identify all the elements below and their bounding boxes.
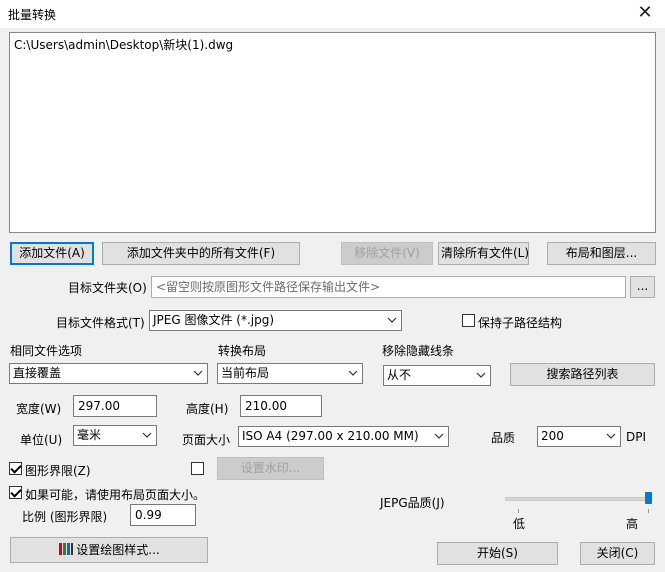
watermark-checkbox[interactable] <box>191 462 204 475</box>
height-input[interactable]: 210.00 <box>240 395 322 417</box>
jpeg-quality-slider-thumb[interactable] <box>645 492 652 504</box>
list-item[interactable]: C:\Users\admin\Desktop\新块(1).dwg <box>14 36 651 53</box>
chevron-down-icon <box>193 370 203 376</box>
title-bar <box>0 0 665 28</box>
same-file-select[interactable]: 直接覆盖 <box>9 363 208 384</box>
unit-value: 毫米 <box>77 428 102 442</box>
remove-file-button[interactable]: 移除文件(V) <box>341 242 433 265</box>
chevron-down-icon <box>606 433 616 439</box>
same-file-label: 相同文件选项 <box>10 344 83 358</box>
page-size-label: 页面大小 <box>182 433 231 447</box>
scale-input[interactable]: 0.99 <box>130 504 196 526</box>
convert-layout-label: 转换布局 <box>218 344 267 358</box>
start-button[interactable]: 开始(S) <box>437 542 558 565</box>
target-format-label: 目标文件格式(T) <box>56 316 145 330</box>
chevron-down-icon <box>348 370 358 376</box>
file-list[interactable]: C:\Users\admin\Desktop\新块(1).dwg <box>9 32 656 233</box>
window-title: 批量转换 <box>8 8 57 22</box>
chevron-down-icon <box>387 317 397 323</box>
height-label: 高度(H) <box>186 402 229 416</box>
quality-label: 品质 <box>491 431 516 445</box>
close-icon[interactable]: ✕ <box>632 2 658 24</box>
use-layout-size-label: 如果可能，请使用布局页面大小。 <box>25 488 206 502</box>
add-folder-button[interactable]: 添加文件夹中的所有文件(F) <box>102 242 300 265</box>
drawing-limits-label: 图形界限(Z) <box>25 464 91 478</box>
chevron-down-icon <box>434 433 444 439</box>
add-file-button[interactable]: 添加文件(A) <box>10 242 94 265</box>
target-folder-label: 目标文件夹(O) <box>68 281 147 295</box>
close-button[interactable]: 关闭(C) <box>580 542 655 565</box>
target-format-value: JPEG 图像文件 (*.jpg) <box>153 313 275 327</box>
plot-style-label: 设置绘图样式... <box>76 543 160 557</box>
width-input[interactable]: 297.00 <box>73 395 157 417</box>
use-layout-size-checkbox[interactable] <box>9 486 22 499</box>
width-label: 宽度(W) <box>16 402 62 416</box>
watermark-button[interactable]: 设置水印... <box>217 457 324 480</box>
jpeg-quality-slider-track[interactable] <box>505 497 651 501</box>
page-size-select[interactable]: ISO A4 (297.00 x 210.00 MM) <box>238 426 449 447</box>
search-paths-button[interactable]: 搜索路径列表 <box>510 363 655 386</box>
unit-label: 单位(U) <box>20 433 63 447</box>
clear-all-button[interactable]: 清除所有文件(L) <box>438 242 529 265</box>
page-size-value: ISO A4 (297.00 x 210.00 MM) <box>242 429 419 443</box>
chevron-down-icon <box>476 372 486 378</box>
plot-style-icon <box>59 543 74 555</box>
convert-layout-value: 当前布局 <box>221 366 270 380</box>
target-format-select[interactable]: JPEG 图像文件 (*.jpg) <box>149 310 402 331</box>
target-folder-input[interactable]: <留空则按原图形文件路径保存输出文件> <box>151 276 626 298</box>
chevron-down-icon <box>142 432 152 438</box>
drawing-limits-checkbox[interactable] <box>9 462 22 475</box>
plot-style-button[interactable]: 设置绘图样式... <box>10 537 208 563</box>
remove-hidden-select[interactable]: 从不 <box>383 365 491 386</box>
remove-hidden-label: 移除隐藏线条 <box>382 344 455 358</box>
slider-tick <box>518 509 519 513</box>
keep-subpath-checkbox[interactable] <box>462 314 475 327</box>
remove-hidden-value: 从不 <box>387 368 412 382</box>
browse-button[interactable]: ... <box>630 276 655 298</box>
keep-subpath-label: 保持子路径结构 <box>478 316 563 330</box>
convert-layout-select[interactable]: 当前布局 <box>217 363 363 384</box>
layouts-layers-button[interactable]: 布局和图层... <box>547 242 656 265</box>
quality-value: 200 <box>541 429 564 443</box>
jpeg-quality-high: 高 <box>626 517 639 531</box>
slider-tick <box>648 509 649 513</box>
jpeg-quality-label: JEPG品质(J) <box>380 496 445 510</box>
jpeg-quality-low: 低 <box>513 517 526 531</box>
quality-select[interactable]: 200 <box>537 426 621 447</box>
scale-label: 比例 (图形界限) <box>22 510 108 524</box>
quality-unit: DPI <box>626 430 647 444</box>
same-file-value: 直接覆盖 <box>13 366 62 380</box>
unit-select[interactable]: 毫米 <box>73 425 157 446</box>
